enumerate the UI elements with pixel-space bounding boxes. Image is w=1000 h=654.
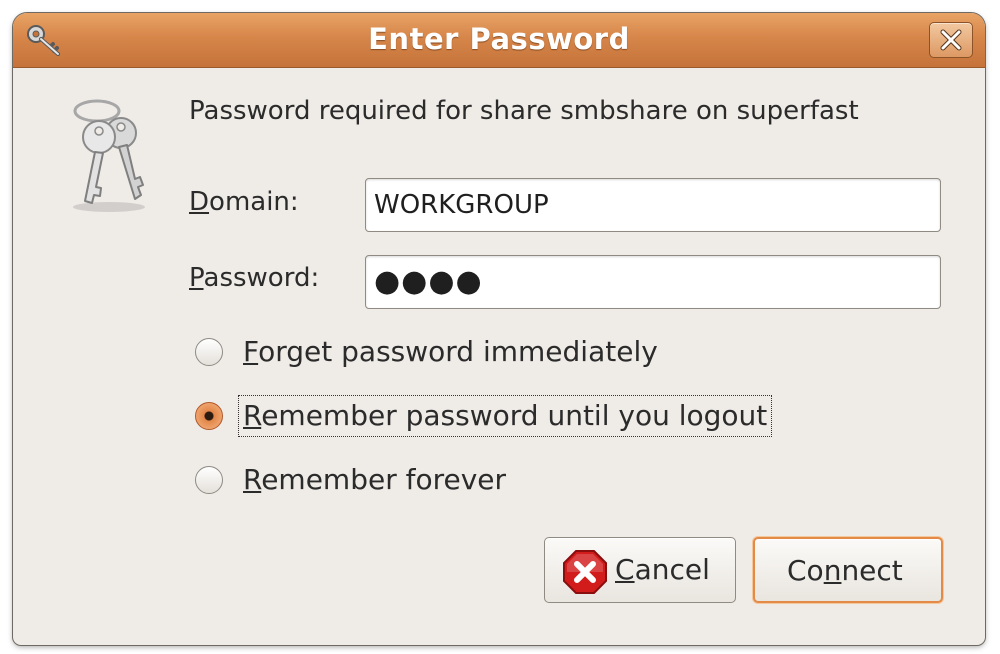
cancel-button-label: Cancel (615, 538, 710, 602)
cancel-mnemonic: C (615, 553, 635, 586)
radio-label[interactable]: Remember password until you logout (237, 395, 773, 437)
window-title: Enter Password (368, 22, 630, 56)
password-label-text: assword: (203, 263, 320, 293)
domain-label-mnemonic: D (189, 187, 210, 217)
domain-field-value: WORKGROUP (374, 190, 549, 220)
connect-button[interactable]: Connect (753, 537, 943, 603)
password-label-mnemonic: P (189, 263, 204, 293)
password-label: Password: (189, 263, 319, 293)
radio-label-text: emember forever (261, 463, 507, 496)
cancel-button[interactable]: Cancel (544, 537, 736, 603)
radio-label[interactable]: Remember forever (239, 460, 510, 500)
radio-label[interactable]: Forget password immediately (239, 332, 662, 372)
stop-icon (563, 550, 607, 601)
title-bar[interactable]: Enter Password (13, 13, 985, 68)
password-dialog-window: Enter Password Password required for sha… (13, 13, 985, 645)
radio-button[interactable] (195, 466, 223, 494)
password-field-value: ●●●● (374, 264, 483, 299)
radio-label-text: emember password until you logout (261, 399, 768, 432)
keys-icon (63, 95, 155, 215)
domain-field[interactable]: WORKGROUP (365, 178, 941, 232)
connect-label-post: nect (841, 554, 903, 587)
connect-label-pre: Co (787, 554, 824, 587)
radio-label-mnemonic: F (243, 335, 259, 368)
radio-label-text: orget password immediately (258, 335, 658, 368)
radio-button[interactable] (195, 338, 223, 366)
connect-button-label: Connect (787, 539, 903, 603)
radio-label-mnemonic: R (243, 463, 262, 496)
prompt-message: Password required for share smbshare on … (189, 96, 859, 126)
domain-label: Domain: (189, 187, 299, 217)
connect-mnemonic: n (823, 554, 842, 587)
close-button[interactable] (929, 22, 973, 58)
cancel-label-text: ancel (634, 553, 710, 586)
password-field[interactable]: ●●●● (365, 255, 941, 309)
close-icon (940, 29, 962, 51)
radio-button-selected[interactable] (195, 402, 223, 430)
radio-label-mnemonic: R (243, 399, 262, 432)
domain-label-text: omain: (209, 187, 299, 217)
